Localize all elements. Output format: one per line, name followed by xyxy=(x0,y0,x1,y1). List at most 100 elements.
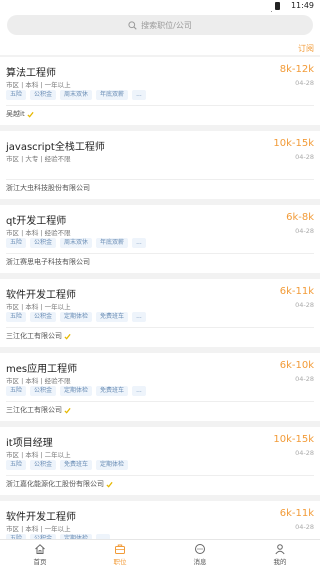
job-card[interactable]: mes应用工程师 6k-10k 市区 | 本科 | 经验不限 04-28 五险 公积金 定期… xyxy=(0,353,320,421)
company-name: 浙江赛思电子科技有限公司 xyxy=(6,258,90,266)
job-title: 软件开发工程师 xyxy=(6,512,76,523)
benefit-tag: 周末双休 xyxy=(60,90,93,100)
job-date: 04-28 xyxy=(295,153,314,161)
search-placeholder: 搜索职位/公司 xyxy=(141,20,192,30)
status-time: 11:49 xyxy=(290,1,314,10)
tab-profile[interactable]: 我的 xyxy=(240,540,320,569)
subscribe-bar: 订阅 xyxy=(0,40,320,55)
job-title: 算法工程师 xyxy=(6,68,56,79)
search-icon xyxy=(128,20,137,30)
benefit-tag: 免费班车 xyxy=(60,460,93,470)
briefcase-icon xyxy=(115,544,125,554)
card-divider xyxy=(6,179,314,180)
job-tags: 五险 公积金 周末双休 年底双薪... xyxy=(6,90,146,100)
job-title: mes应用工程师 xyxy=(6,364,78,375)
user-icon xyxy=(275,544,285,555)
benefit-tag: ... xyxy=(132,312,146,322)
job-meta: 市区 | 本科 | 一年以上 xyxy=(6,81,71,89)
search-input[interactable]: 搜索职位/公司 xyxy=(7,15,313,35)
company-row: 浙江大虫科技股份有限公司 xyxy=(6,183,90,193)
company-name: 浙江大虫科技股份有限公司 xyxy=(6,184,90,192)
benefit-tag: 公积金 xyxy=(30,312,57,322)
company-name: 吴越it xyxy=(6,110,25,118)
job-meta: 市区 | 本科 | 经验不限 xyxy=(6,377,71,385)
job-list: 算法工程师 8k-12k 市区 | 本科 | 一年以上 04-28 五险 公积金 周末双休年… xyxy=(0,57,320,539)
card-divider xyxy=(6,475,314,476)
job-date: 04-28 xyxy=(295,523,314,531)
company-name: 三江化工有限公司 xyxy=(6,332,62,340)
benefit-tag: ... xyxy=(132,238,146,248)
header: 搜索职位/公司 xyxy=(0,12,320,40)
tab-jobs-label: 职位 xyxy=(113,558,127,566)
job-card[interactable]: javascript全栈工程师 10k-15k 市区 | 大专 | 经验不限 04-2… xyxy=(0,131,320,199)
card-divider xyxy=(6,401,314,402)
verified-icon xyxy=(27,111,34,118)
benefit-tag: 五险 xyxy=(6,90,27,100)
verified-icon xyxy=(106,481,113,488)
benefit-tag: 定期体检 xyxy=(60,386,93,396)
job-date: 04-28 xyxy=(295,375,314,383)
job-tags: 五险 公积金 周末双休 年底双薪... xyxy=(6,238,146,248)
job-date: 04-28 xyxy=(295,449,314,457)
bottom-tab-bar: 首页 职位 消息 我的 xyxy=(0,539,320,569)
benefit-tag: 五险 xyxy=(6,238,27,248)
company-row: 三江化工有限公司 xyxy=(6,405,71,415)
card-divider xyxy=(6,327,314,328)
job-meta: 市区 | 本科 | 一年以上 xyxy=(6,525,71,533)
tab-messages-label: 消息 xyxy=(193,558,207,566)
tab-messages[interactable]: 消息 xyxy=(160,540,240,569)
benefit-tag: 年底双薪 xyxy=(96,238,129,248)
job-meta: 市区 | 本科 | 一年以上 xyxy=(6,303,71,311)
benefit-tag: 周末双休 xyxy=(60,238,93,248)
job-salary: 8k-12k xyxy=(279,64,314,75)
status-bar: 11:49 xyxy=(0,0,320,18)
job-salary: 6k-11k xyxy=(279,286,314,297)
benefit-tag: 年底双薪 xyxy=(96,90,129,100)
job-card[interactable]: it项目经理 10k-15k 市区 | 本科 | 二年以上 04-28 五险 公积金 免费班… xyxy=(0,427,320,495)
benefit-tag: 五险 xyxy=(6,386,27,396)
job-meta: 市区 | 本科 | 经验不限 xyxy=(6,229,71,237)
job-date: 04-28 xyxy=(295,79,314,87)
tab-home[interactable]: 首页 xyxy=(0,540,80,569)
job-meta: 市区 | 大专 | 经验不限 xyxy=(6,155,71,163)
job-tags: 五险 公积金 定期体检 免费班车... xyxy=(6,312,146,322)
company-row: 浙江嘉化能源化工股份有限公司 xyxy=(6,479,113,489)
benefit-tag: 免费班车 xyxy=(96,312,129,322)
job-date: 04-28 xyxy=(295,301,314,309)
job-salary: 6k-11k xyxy=(279,508,314,519)
message-icon xyxy=(195,544,205,554)
signal-icon xyxy=(265,3,272,18)
job-title: it项目经理 xyxy=(6,438,53,449)
verified-icon xyxy=(64,407,71,414)
job-card[interactable]: qt开发工程师 6k-8k 市区 | 本科 | 经验不限 04-28 五险 公积金 周末双休… xyxy=(0,205,320,273)
job-card[interactable]: 软件开发工程师 6k-11k 市区 | 本科 | 一年以上 04-28 五险 公积金 定期体… xyxy=(0,279,320,347)
job-title: 软件开发工程师 xyxy=(6,290,76,301)
job-date: 04-28 xyxy=(295,227,314,235)
tab-profile-label: 我的 xyxy=(273,558,287,566)
company-row: 吴越it xyxy=(6,109,34,119)
job-salary: 6k-8k xyxy=(286,212,314,223)
card-divider xyxy=(6,253,314,254)
job-salary: 10k-15k xyxy=(273,434,314,445)
tab-jobs[interactable]: 职位 xyxy=(80,540,160,569)
benefit-tag: 公积金 xyxy=(30,460,57,470)
job-title: javascript全栈工程师 xyxy=(6,142,105,153)
benefit-tag: 公积金 xyxy=(30,386,57,396)
job-tags: 五险 公积金 定期体检 免费班车... xyxy=(6,386,146,396)
benefit-tag: 公积金 xyxy=(30,90,57,100)
company-name: 浙江嘉化能源化工股份有限公司 xyxy=(6,480,104,488)
job-salary: 10k-15k xyxy=(273,138,314,149)
wifi-icon xyxy=(254,3,262,18)
benefit-tag: 公积金 xyxy=(30,238,57,248)
job-card[interactable]: 算法工程师 8k-12k 市区 | 本科 | 一年以上 04-28 五险 公积金 周末双休年… xyxy=(0,57,320,125)
benefit-tag: ... xyxy=(132,90,146,100)
battery-icon xyxy=(275,2,280,10)
job-card[interactable]: 软件开发工程师 6k-11k 市区 | 本科 | 一年以上 04-28 五险 公积金 定期体… xyxy=(0,501,320,539)
benefit-tag: 五险 xyxy=(6,312,27,322)
company-row: 浙江赛思电子科技有限公司 xyxy=(6,257,90,267)
subscribe-button[interactable]: 订阅 xyxy=(298,43,314,54)
card-divider xyxy=(6,105,314,106)
verified-icon xyxy=(64,333,71,340)
job-meta: 市区 | 本科 | 二年以上 xyxy=(6,451,71,459)
benefit-tag: 定期体检 xyxy=(96,460,129,470)
